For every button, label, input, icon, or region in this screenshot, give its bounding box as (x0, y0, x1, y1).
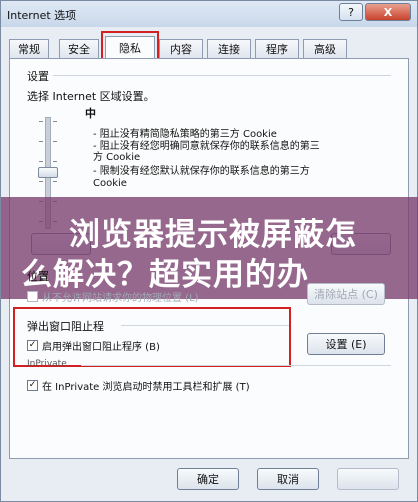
banner-line-2: 么解决？超实用的办 (21, 257, 309, 293)
popup-blocker-checkbox-label: 启用弹出窗口阻止程序 (B) (42, 342, 160, 353)
tab-connections[interactable]: 连接 (207, 39, 251, 58)
privacy-description-line: 方 Cookie (93, 152, 141, 163)
popup-blocker-highlight (13, 307, 291, 367)
slider-tick (53, 181, 57, 182)
inprivate-checkbox-row[interactable]: ✓ 在 InPrivate 浏览启动时禁用工具栏和扩展 (T) (27, 378, 250, 393)
slider-tick (53, 121, 57, 122)
settings-subtitle: 选择 Internet 区域设置。 (27, 90, 155, 103)
close-button[interactable]: X (365, 3, 411, 21)
popup-divider (121, 325, 289, 326)
settings-section-title: 设置 (27, 70, 49, 83)
ok-button[interactable]: 确定 (177, 468, 239, 490)
title-bar: Internet 选项 ? X (1, 1, 417, 27)
cancel-button[interactable]: 取消 (257, 468, 319, 490)
privacy-slider-thumb[interactable] (38, 167, 58, 178)
inprivate-divider (81, 365, 391, 366)
help-icon: ? (348, 5, 354, 19)
inprivate-checkbox[interactable]: ✓ (27, 380, 38, 391)
clear-sites-button[interactable]: 清除站点 (C) (307, 283, 385, 305)
privacy-description-line: - 限制没有经您默认就保存你的联系信息的第三方 (93, 166, 310, 177)
popup-blocker-checkbox-row[interactable]: ✓ 启用弹出窗口阻止程序 (B) (27, 338, 160, 353)
privacy-description-line: - 阻止没有经您明确同意就保存你的联系信息的第三 (93, 141, 320, 152)
inprivate-section-title: InPrivate (27, 359, 67, 369)
inprivate-checkbox-label: 在 InPrivate 浏览启动时禁用工具栏和扩展 (T) (42, 382, 250, 393)
internet-options-window: Internet 选项 ? X 常规 安全 隐私 内容 连接 程序 高级 设置 … (0, 0, 418, 502)
banner-line-1: 浏览器提示被屏蔽怎 (69, 217, 357, 253)
cancel-button-label: 取消 (277, 473, 299, 486)
privacy-description-line: Cookie (93, 178, 127, 189)
help-button[interactable]: ? (339, 3, 363, 21)
location-checkbox-row[interactable]: 从不允许网站请求你的物理位置 (L) (27, 289, 199, 304)
tab-general[interactable]: 常规 (9, 39, 49, 58)
close-icon: X (383, 5, 393, 19)
tab-programs[interactable]: 程序 (255, 39, 299, 58)
location-section-title: 位置 (27, 270, 49, 283)
slider-tick (39, 121, 43, 122)
location-checkbox[interactable] (27, 291, 38, 302)
apply-button[interactable] (337, 468, 399, 490)
slider-tick (39, 161, 43, 162)
popup-blocker-checkbox[interactable]: ✓ (27, 340, 38, 351)
popup-settings-button[interactable]: 设置 (E) (307, 333, 385, 355)
slider-tick (39, 141, 43, 142)
privacy-description-line: - 阻止没有精简隐私策略的第三方 Cookie (93, 129, 277, 140)
clear-sites-button-label: 清除站点 (C) (314, 288, 378, 301)
window-title: Internet 选项 (7, 9, 77, 22)
location-checkbox-label: 从不允许网站请求你的物理位置 (L) (42, 293, 199, 304)
popup-settings-button-label: 设置 (E) (325, 338, 367, 351)
privacy-level: 中 (85, 107, 96, 120)
slider-tick (53, 141, 57, 142)
popup-blocker-section-title: 弹出窗口阻止程 (27, 320, 104, 333)
settings-divider (53, 75, 391, 76)
slider-tick (53, 161, 57, 162)
slider-tick (39, 181, 43, 182)
tab-security[interactable]: 安全 (59, 39, 99, 58)
ok-button-label: 确定 (197, 473, 219, 486)
tab-content[interactable]: 内容 (159, 39, 203, 58)
tab-advanced[interactable]: 高级 (303, 39, 347, 58)
